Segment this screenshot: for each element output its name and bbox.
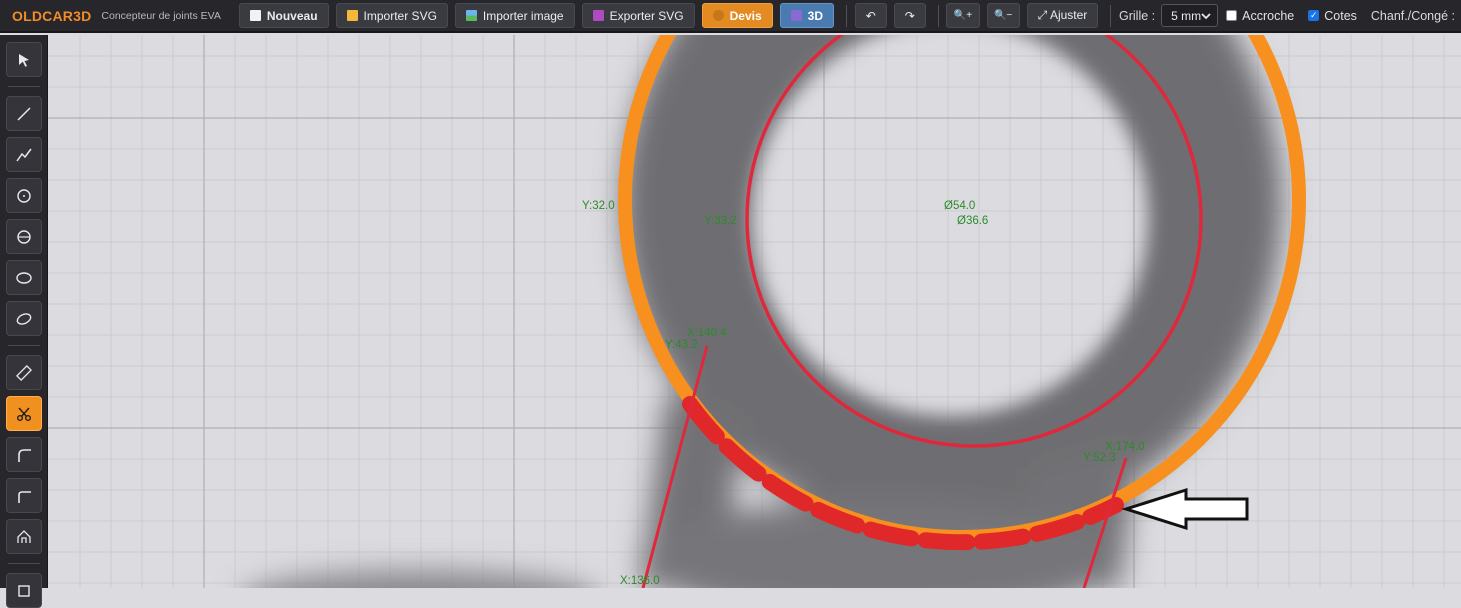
fit-button[interactable]: ⤢ Ajuster [1026,3,1099,28]
image-icon [465,10,477,21]
circle-tool[interactable] [6,178,42,213]
grid-select[interactable]: 5 mm [1161,4,1219,27]
zoom-out-button[interactable]: 🔍− [986,3,1020,28]
toolbar-divider [937,4,939,27]
scissors-tool[interactable] [6,396,42,431]
drawing-canvas[interactable]: Y:32.0 Y:33.2 Ø54.0 Ø36.6 X:140.4 Y:43.2… [48,35,1461,588]
dim-y-inner: Y:33.2 [704,215,737,227]
select-tool[interactable] [6,42,42,77]
devis-label: Devis [729,8,762,23]
export-svg-label: Exporter SVG [609,8,684,23]
top-toolbar: OLDCAR3D Concepteur de joints EVA Nouvea… [0,0,1461,33]
file-icon [249,10,261,21]
import-svg-button[interactable]: Importer SVG [335,3,448,28]
cursor-arrow-icon [19,53,29,67]
ellipse-icon [16,271,32,284]
fillet-tool[interactable] [6,437,42,472]
polyline-icon [16,148,32,161]
toolbar-divider [1110,4,1112,27]
chamfer-icon [18,490,31,503]
dimensions-toggle[interactable]: ✓ Cotes [1308,9,1357,23]
arch-icon [17,529,31,543]
import-image-label: Importer image [482,8,564,23]
new-button[interactable]: Nouveau [238,3,329,28]
snap-label: Accroche [1242,8,1295,23]
zoom-in-icon: 🔍+ [953,10,973,21]
canvas-svg[interactable]: Y:32.0 Y:33.2 Ø54.0 Ø36.6 X:140.4 Y:43.2… [48,35,1461,588]
3d-label: 3D [807,8,824,23]
snap-toggle[interactable]: Accroche [1226,9,1294,23]
tool-palette [0,35,48,608]
app-logo: OLDCAR3D [12,7,92,24]
app-subtitle: Concepteur de joints EVA [101,9,221,22]
dim-diameter-inner: Ø36.6 [957,215,988,227]
rectangle-tool[interactable] [6,573,42,608]
import-svg-label: Importer SVG [363,8,437,23]
chamfer-tool[interactable] [6,478,42,513]
chamfer-fillet-label: Chanf./Congé : [1370,8,1455,23]
dim-lower-x: X:136.0 [620,575,660,587]
undo-icon: ↶ [865,8,876,23]
rotated-ellipse-tool[interactable] [6,301,42,336]
devis-button[interactable]: Devis [701,3,773,28]
tool-divider [8,563,40,564]
import-image-button[interactable]: Importer image [454,3,575,28]
fit-label: ⤢ Ajuster [1037,8,1088,22]
toolbar-divider [846,4,847,27]
scissors-icon [17,407,31,421]
measure-tool[interactable] [6,355,42,390]
line-icon [17,106,31,121]
fillet-icon [18,448,31,462]
dim-cut-left-x: X:140.4 [687,327,727,339]
folder-icon [346,10,358,21]
dim-cut-left-y: Y:43.2 [665,339,698,351]
rotated-ellipse-icon [16,312,32,325]
new-button-label: Nouveau [266,8,318,23]
ruler-icon [16,364,32,381]
chevron-down-icon [1201,12,1211,19]
circle-icon [17,188,31,203]
square-icon [18,584,30,597]
zoom-in-button[interactable]: 🔍+ [946,3,980,28]
grid-label: Grille : [1119,8,1156,23]
dimensions-label: Cotes [1324,8,1357,23]
dim-cut-right-y: Y:52.3 [1083,452,1116,464]
cube-icon [790,10,802,21]
export-svg-button[interactable]: Exporter SVG [581,3,695,28]
redo-button[interactable]: ↷ [893,3,926,28]
tool-divider [8,86,40,87]
dimensions-checkbox[interactable]: ✓ [1308,10,1320,21]
tool-divider [8,345,40,346]
redo-icon: ↷ [904,8,915,23]
circle-center-tool[interactable] [6,219,42,254]
grid-select-value: 5 mm [1171,8,1202,23]
polyline-tool[interactable] [6,137,42,172]
floppy-disk-icon [592,10,604,21]
ellipse-tool[interactable] [6,260,42,295]
money-bag-icon [712,10,724,21]
undo-button[interactable]: ↶ [854,3,887,28]
circle-diameter-icon [17,229,31,244]
line-tool[interactable] [6,96,42,131]
dim-diameter-outer: Ø54.0 [944,200,975,212]
zoom-out-icon: 🔍− [993,10,1013,21]
3d-view-button[interactable]: 3D [779,3,835,28]
dim-y-outer: Y:32.0 [582,200,615,212]
snap-checkbox[interactable] [1226,10,1238,21]
arch-tool[interactable] [6,519,42,554]
